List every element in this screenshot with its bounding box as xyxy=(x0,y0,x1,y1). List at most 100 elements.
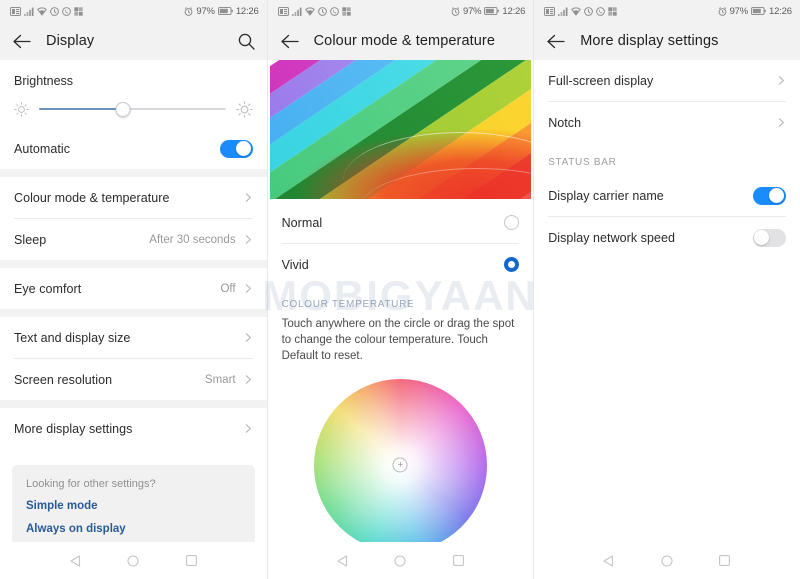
sync-icon xyxy=(317,6,327,16)
sync-icon xyxy=(584,6,594,16)
slider-knob[interactable] xyxy=(115,101,131,117)
back-triangle-icon[interactable] xyxy=(68,554,82,568)
alarm-icon xyxy=(451,6,460,16)
page-title: Colour mode & temperature xyxy=(313,33,496,49)
automatic-label: Automatic xyxy=(14,141,71,156)
radio-row-normal[interactable]: Normal xyxy=(282,202,520,243)
status-bar-time: 12:26 xyxy=(502,5,526,17)
radio-vivid[interactable] xyxy=(504,257,520,272)
alarm-icon xyxy=(184,6,193,16)
app-bar-display: Display xyxy=(0,22,267,60)
brightness-slider-row xyxy=(14,90,253,128)
more-display-settings-content: Full-screen display Notch STATUS BAR Dis… xyxy=(534,60,800,542)
whatsapp-icon xyxy=(596,6,606,16)
brightness-low-icon xyxy=(14,101,29,117)
chevron-right-icon xyxy=(245,333,251,342)
radio-row-vivid[interactable]: Vivid xyxy=(282,244,520,285)
back-triangle-icon[interactable] xyxy=(602,554,616,568)
row-screen-resolution[interactable]: Screen resolution Smart xyxy=(14,359,253,400)
back-arrow-icon[interactable] xyxy=(12,31,32,51)
brightness-label: Brightness xyxy=(14,74,74,88)
app-bar-more-display-settings: More display settings xyxy=(534,22,800,60)
colour-wheel[interactable]: + xyxy=(313,378,487,542)
status-bar-right: 97% 12:26 xyxy=(451,6,525,17)
chevron-right-icon xyxy=(245,235,251,244)
row-colour-mode-temperature[interactable]: Colour mode & temperature xyxy=(14,177,253,218)
brightness-slider[interactable] xyxy=(39,101,226,117)
chevron-right-icon xyxy=(245,375,251,384)
page-title: More display settings xyxy=(580,33,719,49)
battery-icon xyxy=(217,7,233,15)
group-eye-comfort: Eye comfort Off xyxy=(0,268,267,309)
row-display-network-speed[interactable]: Display network speed xyxy=(548,217,786,258)
alarm-icon xyxy=(718,6,726,16)
sync-icon xyxy=(50,6,59,16)
home-circle-icon[interactable] xyxy=(393,554,407,568)
chevron-right-icon xyxy=(778,118,784,127)
link-simple-mode[interactable]: Simple mode xyxy=(26,500,241,512)
app-icon xyxy=(74,6,83,16)
back-triangle-icon[interactable] xyxy=(335,554,349,568)
row-value: After 30 seconds xyxy=(149,233,236,246)
status-bar-right: 97% 12:26 xyxy=(718,6,792,17)
whatsapp-icon xyxy=(62,6,71,16)
chevron-right-icon xyxy=(778,76,784,85)
row-eye-comfort[interactable]: Eye comfort Off xyxy=(14,268,253,309)
page-title: Display xyxy=(46,33,95,49)
wifi-icon xyxy=(571,6,582,16)
link-always-on-display[interactable]: Always on display xyxy=(26,523,241,535)
row-text-and-display-size[interactable]: Text and display size xyxy=(14,317,253,358)
navigation-bar xyxy=(534,542,800,579)
colour-mode-content: Normal Vivid COLOUR TEMPERATURE Touch an… xyxy=(267,60,534,542)
row-label: Text and display size xyxy=(14,330,131,345)
automatic-toggle[interactable] xyxy=(219,139,253,158)
signal-bars-icon xyxy=(291,7,302,16)
row-label: Display network speed xyxy=(548,230,675,245)
recents-square-icon[interactable] xyxy=(718,554,732,568)
panel-colour-mode: 97% 12:26 Colour mode & temperature Norm… xyxy=(266,0,534,579)
wifi-icon xyxy=(37,6,47,16)
home-circle-icon[interactable] xyxy=(126,554,140,568)
status-bar-section-heading: STATUS BAR xyxy=(548,157,617,168)
toggle-display-carrier-name[interactable] xyxy=(752,186,786,205)
row-label: Colour mode & temperature xyxy=(14,190,170,205)
sim-card-icon xyxy=(277,6,289,16)
row-sleep[interactable]: Sleep After 30 seconds xyxy=(14,219,253,260)
battery-icon xyxy=(751,7,766,15)
home-circle-icon[interactable] xyxy=(660,554,674,568)
search-icon[interactable] xyxy=(237,31,257,51)
row-label: Screen resolution xyxy=(14,372,113,387)
toggle-display-network-speed[interactable] xyxy=(752,228,786,247)
row-more-display-settings[interactable]: More display settings xyxy=(14,408,253,449)
battery-icon xyxy=(484,7,500,15)
row-full-screen-display[interactable]: Full-screen display xyxy=(548,60,786,101)
other-settings-card: Looking for other settings? Simple mode … xyxy=(12,465,255,542)
back-arrow-icon[interactable] xyxy=(546,31,566,51)
chevron-right-icon xyxy=(245,193,251,202)
row-label: Full-screen display xyxy=(548,73,654,88)
row-label: Sleep xyxy=(14,232,47,247)
battery-percent: 97% xyxy=(729,5,749,17)
wheel-spot-handle[interactable]: + xyxy=(392,457,408,473)
radio-normal[interactable] xyxy=(504,215,520,230)
status-bar-time: 12:26 xyxy=(769,5,792,17)
slider-fill xyxy=(39,108,123,110)
brightness-block: Brightness Automatic xyxy=(0,60,267,169)
row-label: More display settings xyxy=(14,421,133,436)
navigation-bar xyxy=(0,542,267,579)
automatic-brightness-row[interactable]: Automatic xyxy=(14,128,253,169)
group-colour-sleep: Colour mode & temperature Sleep After 30… xyxy=(0,177,267,260)
status-bar-left-icons xyxy=(277,6,351,16)
row-notch[interactable]: Notch xyxy=(548,102,786,143)
section-divider xyxy=(0,260,267,268)
status-bar-time: 12:26 xyxy=(235,5,259,17)
group-display-rows: Full-screen display Notch STATUS BAR Dis… xyxy=(534,60,800,258)
recents-square-icon[interactable] xyxy=(451,554,465,568)
display-settings-content: Brightness Automatic Colour mode & tempe… xyxy=(0,60,267,542)
mode-label: Normal xyxy=(281,215,323,230)
colour-mode-options: Normal Vivid COLOUR TEMPERATURE Touch an… xyxy=(267,202,534,542)
row-display-carrier-name[interactable]: Display carrier name xyxy=(548,175,786,216)
back-arrow-icon[interactable] xyxy=(280,31,300,51)
recents-square-icon[interactable] xyxy=(184,554,198,568)
battery-percent: 97% xyxy=(462,5,482,17)
